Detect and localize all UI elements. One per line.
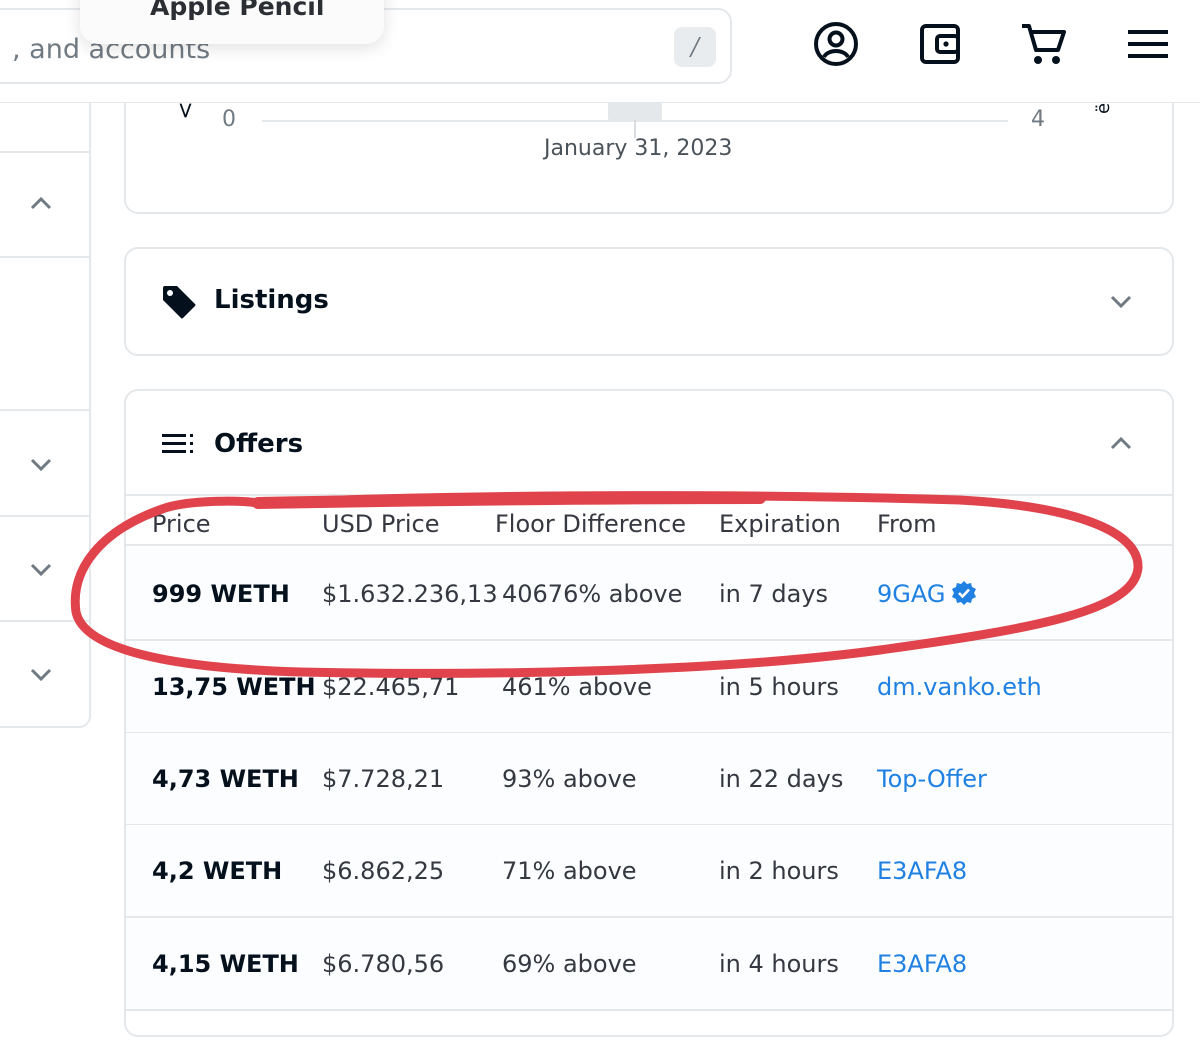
search-shortcut-badge: / [674, 27, 716, 67]
tooltip-label: Apple Pencil [150, 0, 325, 21]
sidebar-divider [0, 256, 91, 258]
offer-from-link[interactable]: Top-Offer [877, 765, 987, 793]
offers-title: Offers [214, 429, 304, 459]
table-row[interactable]: 4,73 WETH $7.728,21 93% above in 22 days… [126, 733, 1172, 826]
chevron-down-icon[interactable] [26, 554, 56, 584]
offer-from-link[interactable]: E3AFA8 [877, 950, 967, 978]
offer-expiration: in 5 hours [719, 673, 839, 701]
offer-price: 4,15 WETH [152, 950, 299, 978]
sidebar-divider [0, 409, 91, 411]
col-usd-price: USD Price [322, 510, 440, 538]
account-icon[interactable] [812, 20, 860, 68]
chevron-up-icon[interactable] [1106, 429, 1136, 459]
table-row[interactable]: 4,2 WETH $6.862,25 71% above in 2 hours … [126, 825, 1172, 918]
chevron-up-icon[interactable] [26, 189, 56, 219]
offer-price: 13,75 WETH [152, 673, 316, 701]
offer-usd-price: $6.862,25 [322, 857, 445, 885]
offer-usd-price: $1.632.236,13 [322, 580, 498, 608]
suggestion-tooltip: Apple Pencil [80, 0, 384, 44]
chart-y-left-label: > [172, 101, 198, 120]
list-icon [162, 433, 196, 459]
chart-date-label: January 31, 2023 [544, 136, 733, 161]
col-from: From [877, 510, 937, 538]
chart-axis-max: 4 [1031, 107, 1045, 132]
offer-floor-difference: 40676% above [502, 580, 683, 608]
offer-from-link[interactable]: 9GAG [877, 580, 977, 608]
listings-panel[interactable]: Listings [124, 247, 1174, 356]
chart-y-right-label: ë [1093, 102, 1115, 115]
menu-icon[interactable] [1124, 20, 1172, 68]
offer-from-link[interactable]: E3AFA8 [877, 857, 967, 885]
col-floor-difference: Floor Difference [495, 510, 687, 538]
sidebar-divider [0, 515, 91, 517]
tag-icon [160, 283, 198, 325]
offer-expiration: in 2 hours [719, 857, 839, 885]
offer-expiration: in 22 days [719, 765, 844, 793]
listings-title: Listings [214, 285, 329, 315]
sidebar-divider [0, 151, 91, 153]
cart-icon[interactable] [1020, 20, 1068, 68]
verified-badge-icon [952, 581, 977, 605]
offer-expiration: in 7 days [719, 580, 829, 608]
offer-from-link[interactable]: dm.vanko.eth [877, 673, 1042, 701]
offers-header[interactable]: Offers [126, 391, 1172, 496]
col-price: Price [152, 510, 211, 538]
offer-floor-difference: 461% above [502, 673, 652, 701]
chevron-down-icon[interactable] [26, 449, 56, 479]
table-row[interactable]: 4,15 WETH $6.780,56 69% above in 4 hours… [126, 918, 1172, 1011]
top-header: , and accounts / Apple Pencil [0, 0, 1200, 103]
filter-sidebar [0, 103, 91, 728]
offers-panel: Offers Price USD Price Floor Difference … [124, 389, 1174, 1037]
offer-price: 999 WETH [152, 580, 290, 608]
table-row[interactable]: 999 WETH $1.632.236,13 40676% above in 7… [126, 548, 1172, 641]
col-expiration: Expiration [719, 510, 841, 538]
offers-table-header: Price USD Price Floor Difference Expirat… [126, 496, 1172, 546]
offer-floor-difference: 71% above [502, 857, 637, 885]
offer-usd-price: $7.728,21 [322, 765, 445, 793]
offer-expiration: in 4 hours [719, 950, 839, 978]
wallet-icon[interactable] [917, 20, 965, 68]
offer-usd-price: $22.465,71 [322, 673, 460, 701]
chart-axis-min: 0 [222, 107, 236, 132]
offer-floor-difference: 93% above [502, 765, 637, 793]
offer-price: 4,2 WETH [152, 857, 283, 885]
chart-hover-marker [608, 100, 662, 122]
sidebar-divider [0, 620, 91, 622]
offer-price: 4,73 WETH [152, 765, 299, 793]
offer-usd-price: $6.780,56 [322, 950, 445, 978]
table-row[interactable]: 13,75 WETH $22.465,71 461% above in 5 ho… [126, 641, 1172, 734]
offer-from-name[interactable]: 9GAG [877, 580, 945, 608]
chevron-down-icon[interactable] [26, 659, 56, 689]
chevron-down-icon[interactable] [1106, 286, 1136, 316]
offer-floor-difference: 69% above [502, 950, 637, 978]
